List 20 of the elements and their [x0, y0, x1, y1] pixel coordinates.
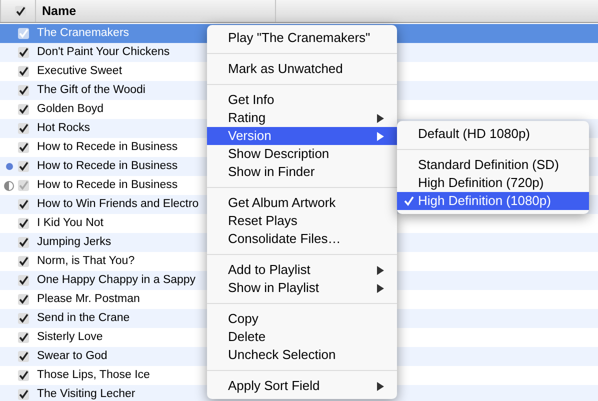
track-name: Please Mr. Postman — [36, 292, 140, 307]
track-name: The Gift of the Woodi — [36, 82, 146, 98]
track-name: Those Lips, Those Ice — [36, 368, 150, 383]
track-name: Swear to God — [36, 348, 108, 364]
track-name: Don't Paint Your Chickens — [36, 44, 170, 60]
track-name: How to Recede in Business — [36, 178, 178, 193]
track-name: How to Win Friends and Electro — [36, 196, 199, 212]
track-name: The Cranemakers — [36, 26, 130, 41]
track-name: I Kid You Not — [36, 216, 104, 231]
track-name: How to Recede in Business — [36, 158, 178, 174]
track-name: Executive Sweet — [36, 64, 122, 79]
track-name: How to Recede in Business — [36, 140, 178, 155]
track-name: Hot Rocks — [36, 120, 90, 136]
track-name: Jumping Jerks — [36, 234, 112, 250]
track-name: Sisterly Love — [36, 330, 103, 345]
track-name: Send in the Crane — [36, 310, 130, 326]
track-name: Golden Boyd — [36, 102, 104, 117]
track-name: The Visiting Lecher — [36, 386, 136, 401]
track-name: One Happy Chappy in a Sappy — [36, 272, 196, 288]
track-name: Norm, is That You? — [36, 254, 135, 269]
